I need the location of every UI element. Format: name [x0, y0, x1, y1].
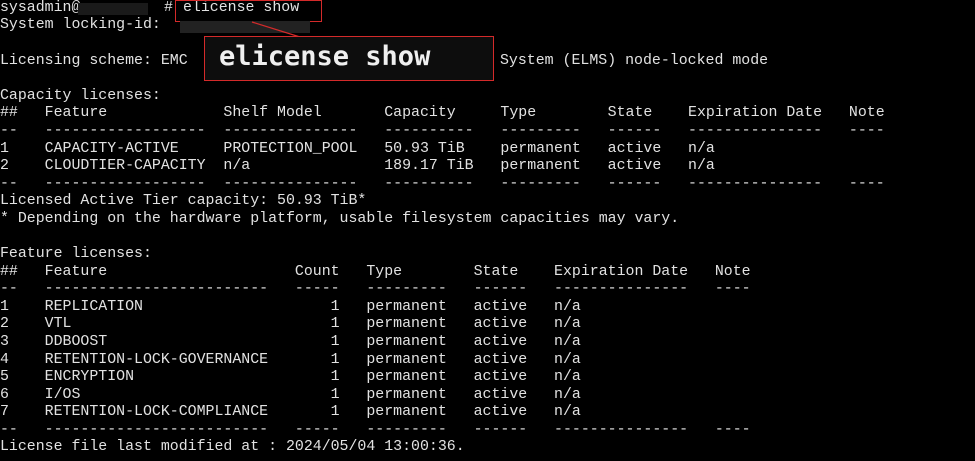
capacity-table-divider: -- ------------------ --------------- --…	[0, 123, 885, 139]
command-highlight-box	[175, 0, 322, 22]
prompt-hash: #	[164, 0, 173, 16]
capacity-table-row: 2 CLOUDTIER-CAPACITY n/a 189.17 TiB perm…	[0, 158, 715, 174]
locking-id-label: System locking-id:	[0, 17, 161, 33]
prompt-user: sysadmin@	[0, 0, 81, 16]
feature-table-row: 4 RETENTION-LOCK-GOVERNANCE 1 permanent …	[0, 352, 581, 368]
callout-command-text: elicense show	[219, 41, 431, 72]
feature-section-title: Feature licenses:	[0, 246, 152, 262]
licensing-scheme-suffix: System (ELMS) node-locked mode	[500, 53, 769, 69]
license-last-modified: License file last modified at : 2024/05/…	[0, 439, 465, 455]
feature-table-row: 1 REPLICATION 1 permanent active n/a	[0, 299, 581, 315]
feature-table-row: 7 RETENTION-LOCK-COMPLIANCE 1 permanent …	[0, 404, 581, 420]
feature-table-row: 5 ENCRYPTION 1 permanent active n/a	[0, 369, 581, 385]
feature-table-header: ## Feature Count Type State Expiration D…	[0, 264, 751, 280]
redacted-hostname	[78, 3, 148, 15]
terminal-window[interactable]: sysadmin@ # elicense show System locking…	[0, 0, 975, 461]
capacity-footnote: * Depending on the hardware platform, us…	[0, 211, 680, 227]
licensed-active-tier-capacity: Licensed Active Tier capacity: 50.93 TiB…	[0, 193, 367, 209]
feature-table-divider: -- ------------------------- ----- -----…	[0, 281, 751, 297]
capacity-table-footer-divider: -- ------------------ --------------- --…	[0, 176, 885, 192]
licensing-scheme-prefix: Licensing scheme: EMC	[0, 53, 188, 69]
redacted-locking-id	[180, 21, 310, 33]
feature-table-row: 3 DDBOOST 1 permanent active n/a	[0, 334, 581, 350]
feature-table-footer-divider: -- ------------------------- ----- -----…	[0, 422, 751, 438]
capacity-section-title: Capacity licenses:	[0, 88, 161, 104]
feature-table-row: 2 VTL 1 permanent active n/a	[0, 316, 581, 332]
command-zoom-callout: elicense show	[204, 36, 494, 81]
capacity-table-header: ## Feature Shelf Model Capacity Type Sta…	[0, 105, 885, 121]
feature-table-row: 6 I/OS 1 permanent active n/a	[0, 387, 581, 403]
capacity-table-row: 1 CAPACITY-ACTIVE PROTECTION_POOL 50.93 …	[0, 141, 715, 157]
